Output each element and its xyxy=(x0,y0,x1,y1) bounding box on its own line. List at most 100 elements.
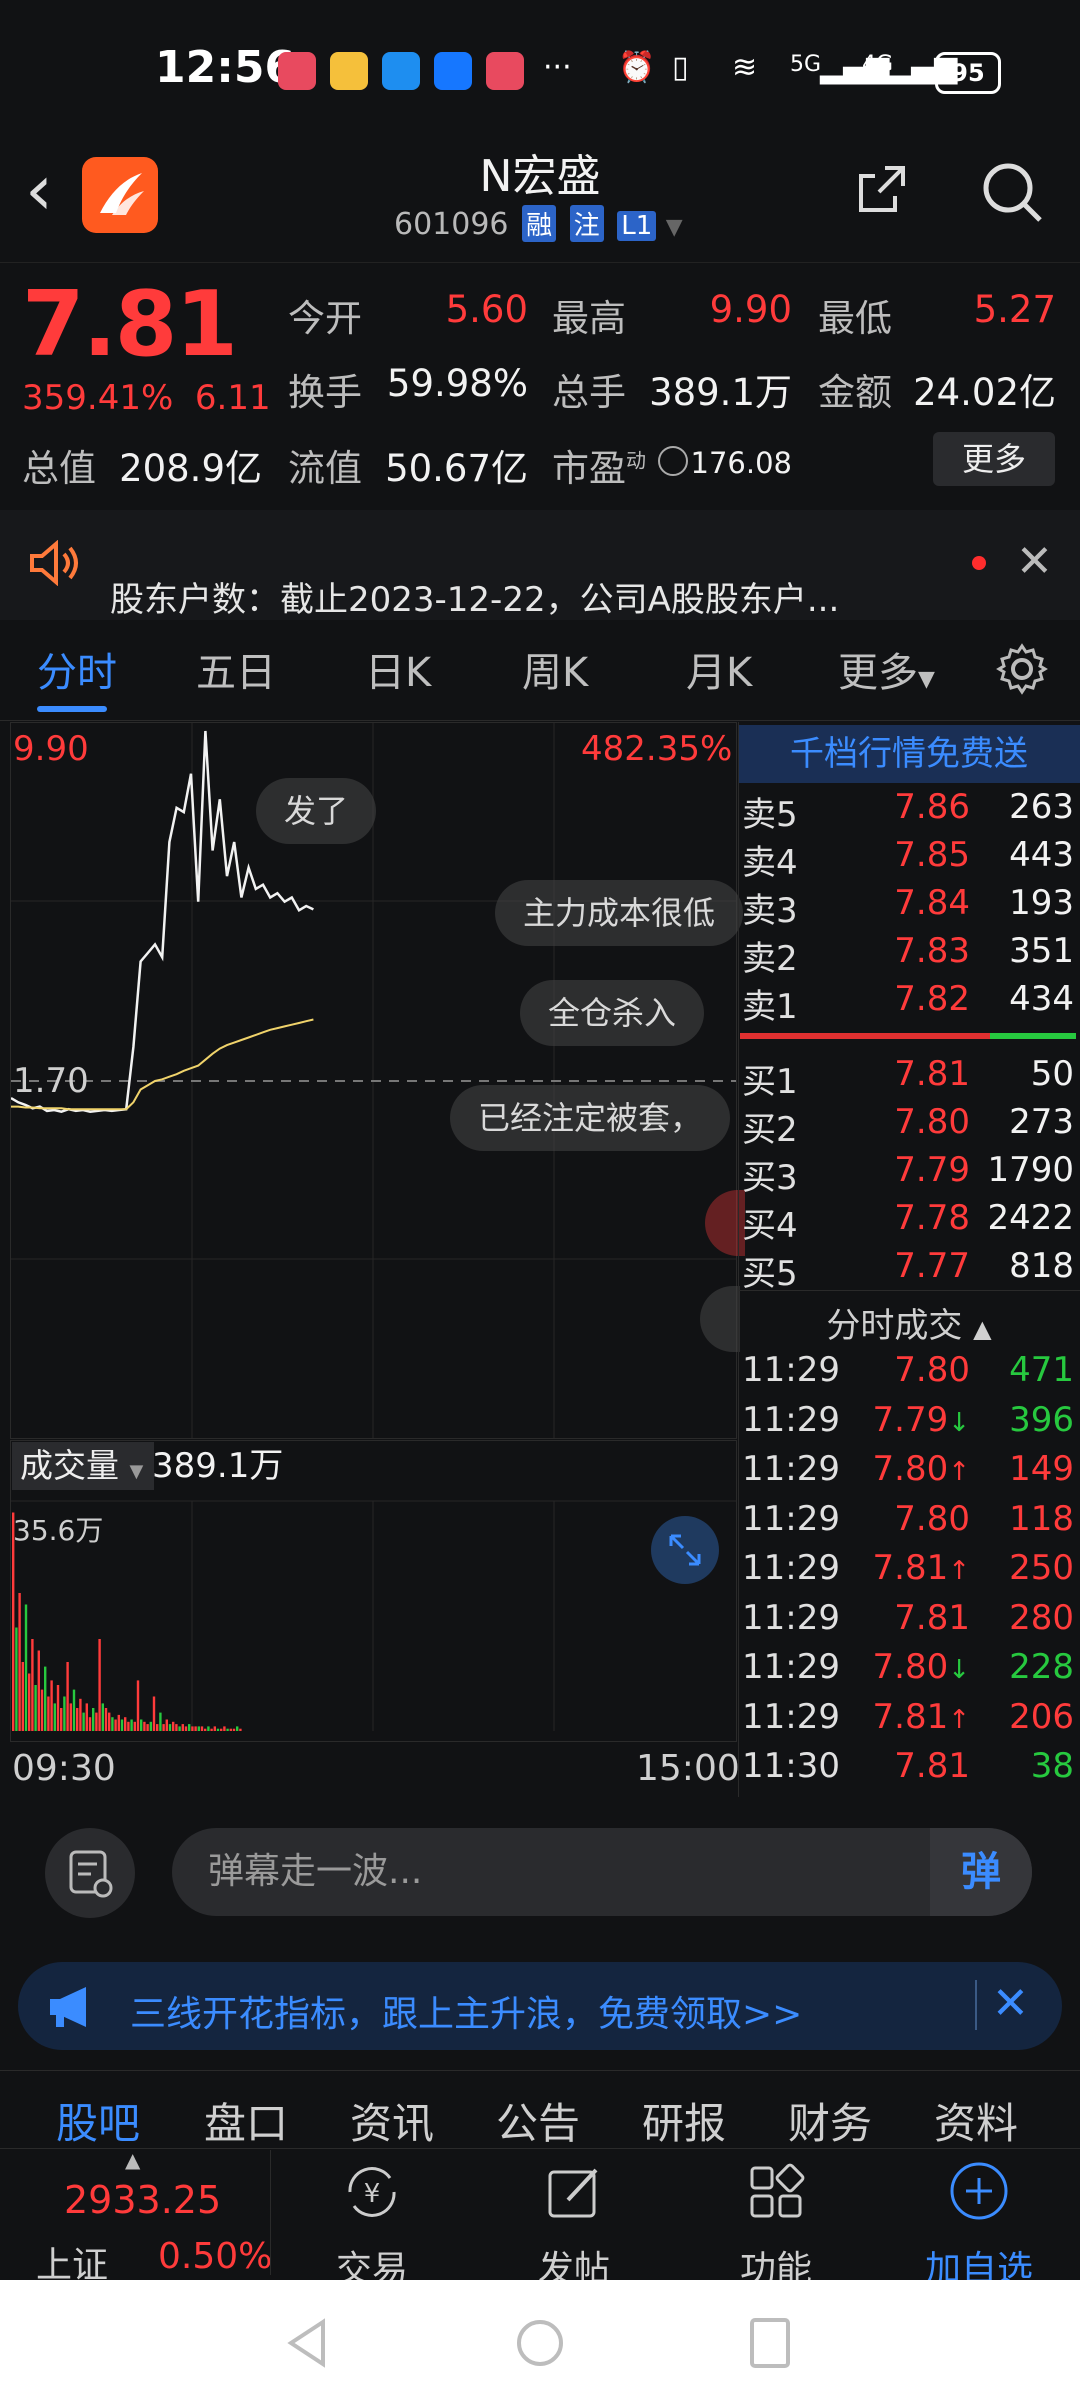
volume-bar xyxy=(156,1724,159,1731)
x-start-label: 09:30 xyxy=(12,1748,116,1789)
notice-text[interactable]: 股东户数：截止2023-12-22，公司A股股东户... xyxy=(110,572,839,621)
bid-volume: 273 xyxy=(1009,1102,1074,1142)
danmu-settings-button[interactable] xyxy=(45,1828,135,1918)
volume-bar xyxy=(149,1721,152,1731)
volume-indicator-selector[interactable]: 成交量 ▼ xyxy=(12,1442,154,1490)
volume-bar xyxy=(53,1703,56,1731)
x-end-label: 15:00 xyxy=(636,1748,740,1789)
info-icon[interactable] xyxy=(658,446,688,476)
volume-bar xyxy=(232,1728,236,1731)
pe-value: 176.08 xyxy=(690,446,792,480)
intraday-chart[interactable]: 9.90 482.35% 1.70 xyxy=(10,722,737,1439)
volume-bar xyxy=(213,1726,216,1731)
battery-indicator: 95 xyxy=(935,52,1001,94)
turnover-value: 59.98% xyxy=(386,362,528,405)
tab-intraday[interactable]: 分时 xyxy=(37,640,117,698)
volume-bar xyxy=(175,1724,178,1731)
close-promo-icon[interactable]: ✕ xyxy=(992,1978,1029,2029)
index-percent[interactable]: 0.50% xyxy=(158,2236,272,2277)
tab-daily-k[interactable]: 日K xyxy=(365,640,431,698)
tick-volume: 206 xyxy=(1009,1696,1074,1737)
ask-row: 卖3 7.84 193 xyxy=(742,883,1078,931)
tab-news[interactable]: 资讯 xyxy=(350,2090,434,2151)
nav-recents-icon[interactable] xyxy=(748,2316,792,2370)
ask-row: 卖5 7.86 263 xyxy=(742,787,1078,835)
volume-bar xyxy=(95,1712,98,1731)
volume-bar xyxy=(21,1662,24,1731)
volume-bar xyxy=(172,1721,175,1731)
volume-bar xyxy=(63,1696,66,1731)
level2-promo-banner[interactable]: 千档行情免费送 xyxy=(738,725,1080,783)
price-change: 359.41% 6.11 xyxy=(22,378,271,418)
compose-icon[interactable] xyxy=(542,2160,606,2224)
danmu-input[interactable]: 弹幕走一波... xyxy=(172,1828,1032,1916)
ask-volume: 443 xyxy=(1009,835,1074,875)
stock-name: N宏盛 xyxy=(479,151,601,202)
volume-bar xyxy=(204,1728,207,1731)
expand-arrows-icon xyxy=(669,1534,701,1566)
tab-more[interactable]: 更多▼ xyxy=(838,640,935,698)
share-icon[interactable] xyxy=(855,162,909,216)
danmu-bubble[interactable]: 主力成本很低 xyxy=(495,880,744,946)
volume-label: 成交量 xyxy=(20,1446,119,1485)
bid-volume: 50 xyxy=(1030,1054,1074,1094)
volume-bar xyxy=(28,1673,31,1731)
functions-grid-icon[interactable] xyxy=(744,2160,808,2224)
tab-five-day[interactable]: 五日 xyxy=(196,640,276,698)
ask-row: 卖1 7.82 434 xyxy=(742,979,1078,1027)
chevron-down-icon: ▼ xyxy=(665,215,683,240)
volume-bar xyxy=(146,1724,149,1731)
tab-monthly-k[interactable]: 月K xyxy=(686,640,752,698)
expand-icon[interactable] xyxy=(651,1516,719,1584)
danmu-bubble[interactable]: 发了 xyxy=(256,778,377,844)
volume-bar xyxy=(159,1712,162,1731)
volume-bar xyxy=(162,1724,165,1731)
trade-icon[interactable]: ¥ xyxy=(340,2160,404,2224)
search-icon[interactable] xyxy=(980,160,1044,224)
caret-up-icon: ▲ xyxy=(125,2148,141,2172)
ask-row: 卖4 7.85 443 xyxy=(742,835,1078,883)
svg-text:¥: ¥ xyxy=(364,2179,381,2209)
tick-row: 11:29 7.81 280 xyxy=(742,1598,1078,1646)
ticks-title-text: 分时成交 xyxy=(826,1306,963,1346)
volume-bar xyxy=(188,1724,191,1731)
tab-guba[interactable]: 股吧 xyxy=(56,2090,140,2151)
volume-bar xyxy=(165,1719,168,1731)
volume-bar xyxy=(76,1708,79,1731)
pct-top-label: 482.35% xyxy=(581,729,733,769)
stock-code-row[interactable]: 601096 融 注 L1 ▼ xyxy=(394,205,683,242)
danmu-send-button[interactable]: 弹 xyxy=(930,1828,1032,1916)
tab-announcements[interactable]: 公告 xyxy=(496,2090,580,2151)
tab-research[interactable]: 研报 xyxy=(642,2090,726,2151)
stock-code: 601096 xyxy=(394,207,509,242)
tab-pankou[interactable]: 盘口 xyxy=(204,2090,288,2151)
volume-bar xyxy=(85,1703,88,1731)
close-notice-icon[interactable]: ✕ xyxy=(1016,536,1053,587)
bid-row: 买5 7.77 818 xyxy=(742,1246,1078,1294)
tab-profile[interactable]: 资料 xyxy=(934,2090,1018,2151)
tab-financials[interactable]: 财务 xyxy=(788,2090,872,2151)
tab-weekly-k[interactable]: 周K xyxy=(522,640,588,698)
danmu-bubble[interactable]: 全仓杀入 xyxy=(520,980,705,1046)
divider xyxy=(270,2150,271,2275)
bid-row: 买2 7.80 273 xyxy=(742,1102,1078,1150)
ask-bid-separator xyxy=(740,1033,1076,1039)
tick-volume: 471 xyxy=(1009,1350,1074,1390)
nav-home-icon[interactable] xyxy=(515,2318,565,2368)
unread-dot xyxy=(972,556,986,570)
nav-back-icon[interactable] xyxy=(285,2318,329,2368)
promo-text[interactable]: 三线开花指标，跟上主升浪，免费领取>> xyxy=(130,1985,802,2037)
volume-bar xyxy=(236,1726,239,1731)
volume-bar xyxy=(15,1627,18,1731)
danmu-bubble[interactable]: 已经注定被套， xyxy=(450,1085,731,1151)
settings-gear-icon[interactable] xyxy=(995,642,1049,696)
volume-bar xyxy=(120,1719,124,1731)
index-value[interactable]: 2933.25 xyxy=(64,2178,221,2222)
high-label: 最高 xyxy=(552,297,626,340)
add-watchlist-icon[interactable] xyxy=(946,2158,1012,2224)
volume-bar xyxy=(88,1717,92,1731)
ticks-title[interactable]: 分时成交 ▲ xyxy=(738,1298,1080,1347)
tick-volume: 396 xyxy=(1009,1399,1074,1440)
more-quote-button[interactable]: 更多 xyxy=(933,432,1055,486)
tick-row: 11:29 7.80↑ 149 xyxy=(742,1449,1078,1497)
